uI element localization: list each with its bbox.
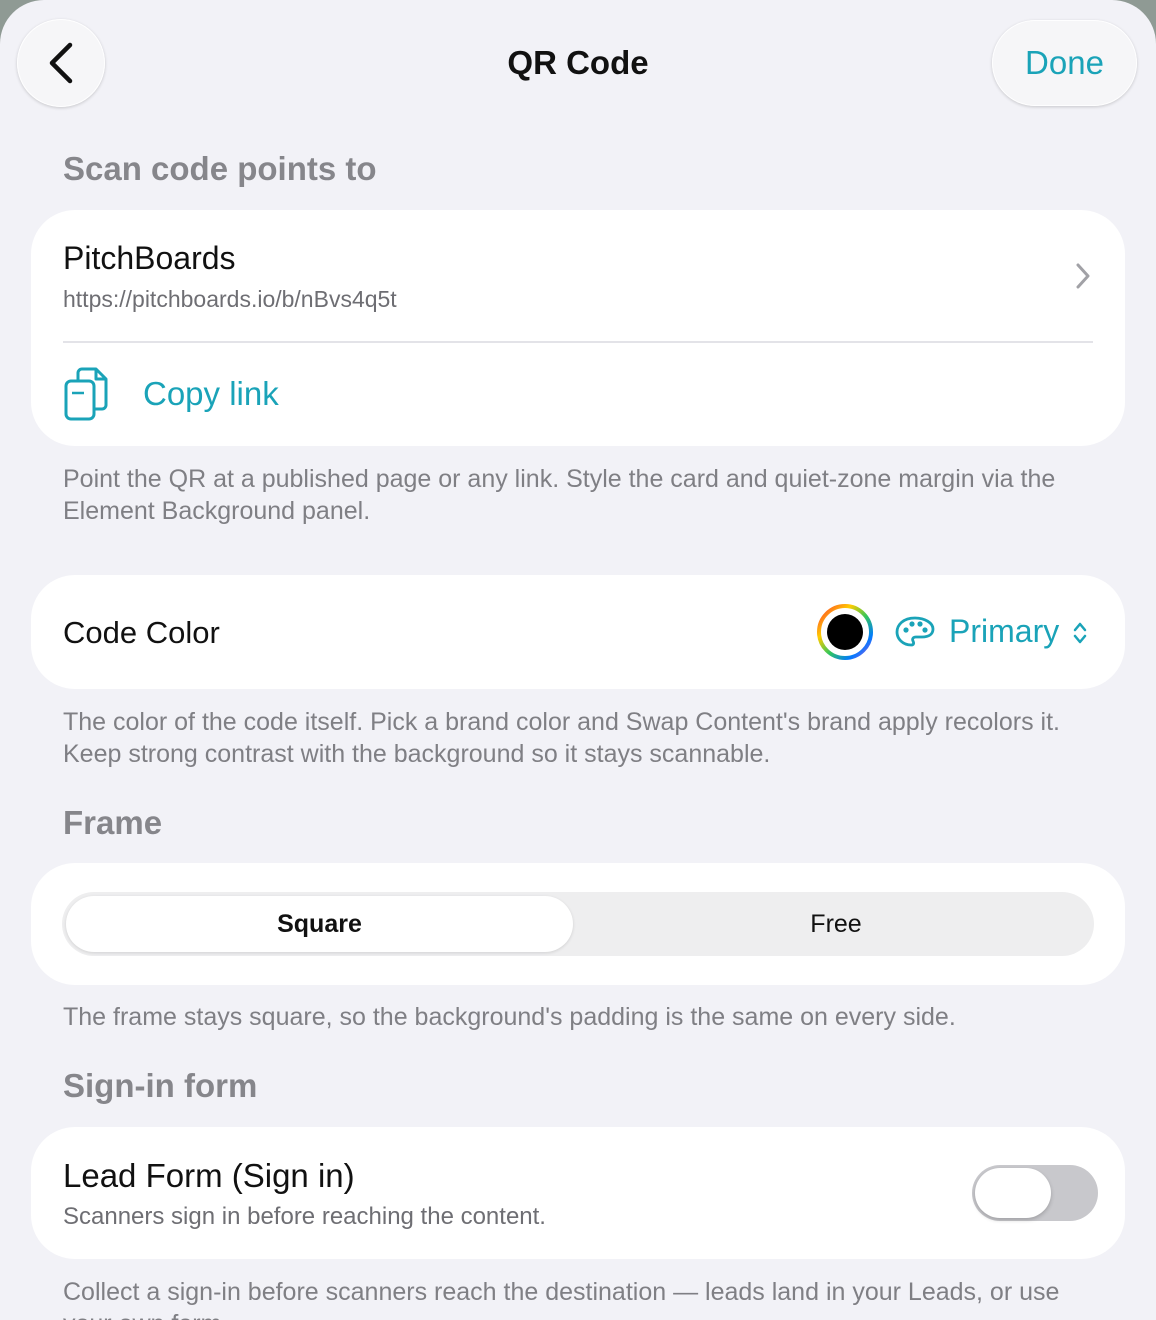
section-label-target: Scan code points to — [63, 150, 377, 187]
frame-footnote: The frame stays square, so the backgroun… — [63, 1003, 956, 1031]
chevron-right-icon — [1076, 263, 1090, 289]
code-color-label: Code Color — [63, 615, 220, 650]
copy-documents-icon — [64, 367, 108, 421]
done-button[interactable]: Done — [992, 20, 1137, 106]
target-url: https://pitchboards.io/b/nBvs4q5t — [63, 286, 397, 312]
frame-segmented-control: Square Free — [62, 892, 1094, 956]
section-label-signin: Sign-in form — [63, 1067, 258, 1104]
code-color-footnote: The color of the code itself. Pick a bra… — [63, 708, 1060, 768]
frame-option-free[interactable]: Free — [578, 892, 1094, 956]
color-select-value[interactable]: Primary — [949, 613, 1059, 650]
code-color-card: Code Color Primary — [31, 575, 1125, 689]
copy-link-label: Copy link — [143, 375, 279, 412]
color-wheel-icon[interactable] — [817, 604, 873, 660]
target-card: PitchBoards https://pitchboards.io/b/nBv… — [31, 210, 1125, 446]
qr-code-sheet: QR Code Done Scan code points to PitchBo… — [0, 0, 1156, 1320]
lead-form-toggle[interactable] — [972, 1165, 1098, 1221]
page-title: QR Code — [507, 44, 649, 81]
lead-form-subtitle: Scanners sign in before reaching the con… — [63, 1203, 546, 1230]
lead-form-title: Lead Form (Sign in) — [63, 1157, 355, 1194]
palette-icon — [895, 616, 935, 647]
signin-card: Lead Form (Sign in) Scanners sign in bef… — [31, 1127, 1125, 1259]
toggle-knob — [975, 1168, 1051, 1218]
selected-color-swatch — [827, 614, 863, 650]
frame-card: Square Free — [31, 863, 1125, 985]
target-link-row[interactable]: PitchBoards https://pitchboards.io/b/nBv… — [31, 210, 1125, 342]
target-footnote: Point the QR at a published page or any … — [63, 465, 1056, 525]
target-name: PitchBoards — [63, 240, 236, 276]
frame-option-square[interactable]: Square — [66, 896, 573, 952]
chevron-up-down-icon[interactable] — [1072, 620, 1088, 646]
signin-footnote: Collect a sign-in before scanners reach … — [63, 1278, 1060, 1320]
copy-link-button[interactable]: Copy link — [31, 343, 1125, 447]
section-label-frame: Frame — [63, 804, 163, 841]
